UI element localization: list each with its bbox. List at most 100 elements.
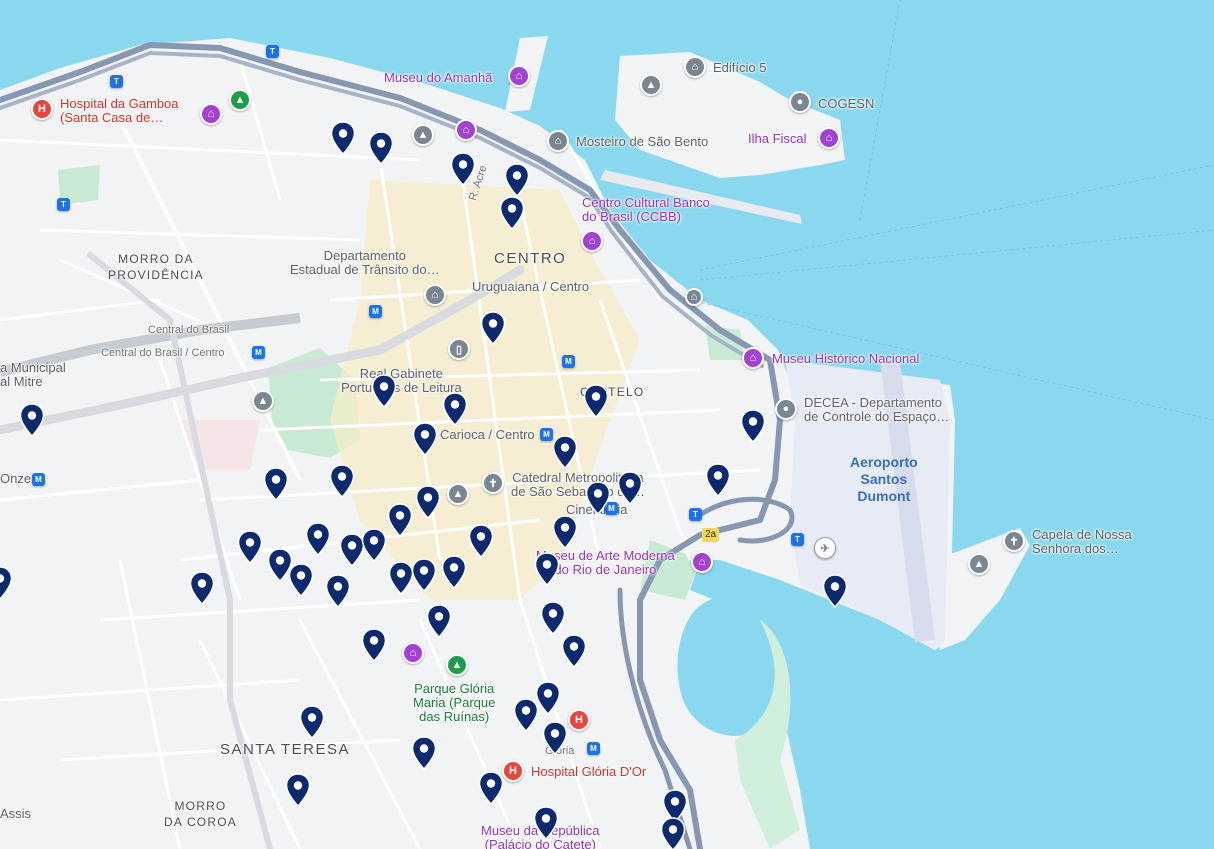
park-icon[interactable]: ▲ (446, 654, 468, 676)
metro-icon[interactable]: M (562, 355, 575, 368)
location-pin-marker[interactable] (189, 571, 215, 605)
location-pin-marker[interactable] (585, 481, 611, 515)
tram-icon[interactable]: T (689, 508, 702, 521)
metro-icon[interactable]: M (32, 473, 45, 486)
location-pin-marker[interactable] (299, 705, 325, 739)
label-ccbb[interactable]: Centro Cultural Banco do Brasil (CCBB) (582, 196, 710, 224)
label-museu-amanha[interactable]: Museu do Amanhã (384, 71, 492, 85)
location-pin-marker[interactable] (705, 463, 731, 497)
museum-icon[interactable]: ⌂ (455, 119, 477, 141)
metro-icon[interactable]: M (369, 305, 382, 318)
landmark-icon[interactable]: ⌂ (547, 130, 569, 152)
school-icon[interactable]: ▲ (252, 390, 274, 412)
location-pin-marker[interactable] (534, 552, 560, 586)
school-icon[interactable]: ▲ (447, 483, 469, 505)
label-aeroporto[interactable]: Aeroporto Santos Dumont (850, 454, 918, 505)
location-pin-marker[interactable] (660, 817, 686, 849)
location-pin-marker[interactable] (305, 522, 331, 556)
label-museu-historico[interactable]: Museu Histórico Nacional (772, 352, 919, 366)
label-hospital-gloria[interactable]: Hospital Glória D'Or (531, 765, 646, 779)
location-pin-marker[interactable] (361, 628, 387, 662)
location-pin-marker[interactable] (330, 121, 356, 155)
location-pin-marker[interactable] (263, 467, 289, 501)
government-icon[interactable]: ● (775, 398, 797, 420)
location-pin-marker[interactable] (442, 392, 468, 426)
church-icon[interactable]: ✝ (1003, 530, 1025, 552)
government-icon[interactable]: ⌂ (424, 284, 446, 306)
location-pin-marker[interactable] (288, 563, 314, 597)
tram-icon[interactable]: T (266, 45, 279, 58)
park-icon[interactable]: ▲ (229, 89, 251, 111)
location-pin-marker[interactable] (617, 471, 643, 505)
location-pin-marker[interactable] (426, 604, 452, 638)
school-icon[interactable]: ▲ (412, 124, 434, 146)
hospital-icon[interactable]: H (502, 760, 524, 782)
location-pin-marker[interactable] (441, 555, 467, 589)
location-pin-marker[interactable] (329, 464, 355, 498)
museum-icon[interactable]: ⌂ (508, 65, 530, 87)
location-pin-marker[interactable] (415, 485, 441, 519)
location-pin-marker[interactable] (371, 374, 397, 408)
label-municipal[interactable]: a Municipal al Mitre (0, 361, 66, 389)
label-onze[interactable]: Onze (0, 472, 31, 486)
location-pin-marker[interactable] (533, 806, 559, 840)
port-icon[interactable]: ⌂ (685, 288, 703, 306)
location-pin-marker[interactable] (468, 524, 494, 558)
location-pin-marker[interactable] (412, 422, 438, 456)
label-detran[interactable]: Departamento Estadual de Trânsito do… (290, 249, 440, 277)
location-pin-marker[interactable] (504, 163, 530, 197)
tram-icon[interactable]: T (791, 533, 804, 546)
label-capela[interactable]: Capela de Nossa Senhora dos… (1032, 528, 1132, 556)
location-pin-marker[interactable] (513, 698, 539, 732)
location-pin-marker[interactable] (237, 530, 263, 564)
library-icon[interactable]: ▯ (448, 338, 470, 360)
school-icon[interactable]: ▲ (640, 74, 662, 96)
label-edificio5[interactable]: Edifício 5 (713, 61, 766, 75)
location-pin-marker[interactable] (561, 634, 587, 668)
tram-icon[interactable]: T (57, 198, 70, 211)
location-pin-marker[interactable] (19, 403, 45, 437)
label-uruguaiana[interactable]: Uruguaiana / Centro (472, 280, 589, 294)
label-hospital-gamboa[interactable]: Hospital da Gamboa (Santa Casa de… (60, 97, 179, 125)
hospital-icon[interactable]: H (31, 98, 53, 120)
label-cogesn[interactable]: COGESN (818, 97, 874, 111)
location-pin-marker[interactable] (480, 311, 506, 345)
label-mosteiro[interactable]: Mosteiro de São Bento (576, 135, 708, 149)
location-pin-marker[interactable] (499, 196, 525, 230)
label-parque-gloria[interactable]: Parque Glória Maria (Parque das Ruínas) (413, 682, 495, 724)
location-pin-marker[interactable] (361, 528, 387, 562)
metro-icon[interactable]: M (252, 346, 265, 359)
label-decea[interactable]: DECEA - Departamento de Controle do Espa… (804, 396, 949, 424)
location-pin-marker[interactable] (740, 409, 766, 443)
location-pin-marker[interactable] (552, 435, 578, 469)
metro-icon[interactable]: M (587, 742, 600, 755)
location-pin-marker[interactable] (285, 773, 311, 807)
school-icon[interactable]: ▲ (968, 553, 990, 575)
label-central-brasil-centro[interactable]: Central do Brasil / Centro (101, 346, 225, 360)
building-icon[interactable]: ⌂ (684, 56, 706, 78)
location-pin-marker[interactable] (368, 131, 394, 165)
museum-icon[interactable]: ⌂ (581, 230, 603, 252)
location-pin-marker[interactable] (822, 574, 848, 608)
location-pin-marker[interactable] (583, 384, 609, 418)
location-pin-marker[interactable] (0, 566, 13, 600)
museum-icon[interactable]: ⌂ (402, 642, 424, 664)
location-pin-marker[interactable] (411, 558, 437, 592)
location-pin-marker[interactable] (542, 721, 568, 755)
label-real-gabinete[interactable]: Real Gabinete Português de Leitura (341, 367, 462, 395)
museum-icon[interactable]: ⌂ (742, 347, 764, 369)
location-pin-marker[interactable] (478, 771, 504, 805)
museum-icon[interactable]: ⌂ (691, 551, 713, 573)
location-pin-marker[interactable] (552, 515, 578, 549)
church-icon[interactable]: ✝ (482, 472, 504, 494)
airport-icon[interactable]: ✈ (814, 537, 836, 559)
museum-icon[interactable]: ⌂ (818, 127, 840, 149)
location-pin-marker[interactable] (411, 736, 437, 770)
hospital-icon[interactable]: H (568, 709, 590, 731)
government-icon[interactable]: ● (789, 91, 811, 113)
location-pin-marker[interactable] (540, 601, 566, 635)
museum-icon[interactable]: ⌂ (200, 103, 222, 125)
location-pin-marker[interactable] (387, 503, 413, 537)
location-pin-marker[interactable] (450, 152, 476, 186)
label-carioca[interactable]: Carioca / Centro (440, 428, 535, 442)
